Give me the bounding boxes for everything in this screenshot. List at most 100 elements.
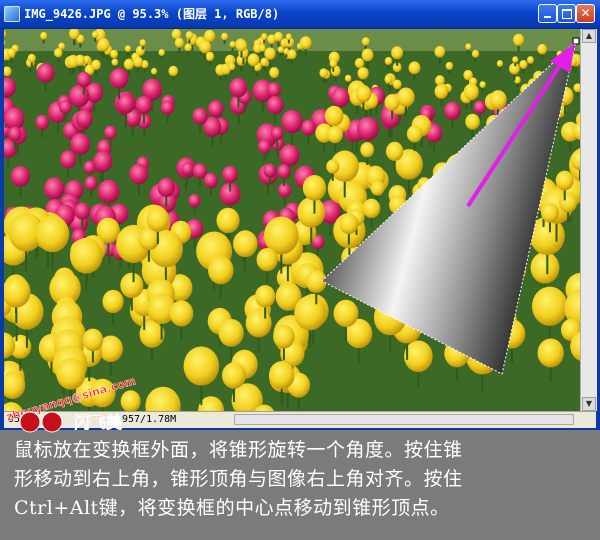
tulip-flower: [93, 150, 113, 172]
vertical-scrollbar[interactable]: ▲ ▼: [580, 29, 597, 411]
tulip-flower: [40, 31, 48, 40]
tulip-flower: [91, 30, 99, 39]
tulip-flower: [297, 196, 326, 228]
tulip-flower: [36, 63, 55, 83]
scroll-up-icon[interactable]: ▲: [582, 29, 596, 43]
tulip-flower: [370, 180, 385, 196]
tulip-flower: [408, 61, 421, 75]
tulip-flower: [199, 40, 212, 54]
transform-handle: [572, 37, 580, 45]
tulip-flower: [357, 67, 369, 80]
tulip-flower: [357, 116, 379, 141]
tulip-flower: [59, 100, 72, 114]
tulip-flower: [245, 308, 272, 338]
tulip-flower: [360, 142, 375, 158]
tulip-flower: [208, 100, 224, 118]
tulip-flower: [59, 150, 77, 169]
tulip-flower: [287, 49, 297, 60]
tulip-flower: [97, 38, 110, 52]
tulip-flower: [111, 58, 119, 66]
tulip-flower: [35, 215, 70, 253]
tulip-flower: [74, 202, 90, 220]
scroll-down-icon[interactable]: ▼: [582, 397, 596, 411]
tulip-flower: [256, 247, 278, 272]
tulip-flower: [434, 84, 449, 99]
caption-line: 鼠标放在变换框外面，将锥形旋转一个角度。按住锥: [14, 439, 463, 461]
tulip-flower: [530, 251, 560, 284]
watermark-logo-text: 闪飞美: [74, 413, 123, 432]
tulip-flower: [263, 163, 277, 178]
tulip-flower: [537, 338, 564, 368]
tulip-flower: [228, 63, 236, 71]
tulip-flower: [362, 198, 381, 219]
tulip-flower: [76, 71, 91, 88]
tulip-flower: [555, 170, 574, 191]
tulip-flower: [208, 256, 234, 285]
tulip-flower: [384, 56, 393, 66]
tulip-flower: [302, 175, 327, 201]
document-window: IMG_9426.JPG @ 95.3% (图层 1, RGB/8) ✕ ▲ ▼…: [0, 0, 600, 430]
tulip-flower: [236, 39, 247, 52]
tulip-flower: [519, 59, 528, 69]
tutorial-caption: 鼠标放在变换框外面，将锥形旋转一个角度。按住锥 形移动到右上角，锥形顶角与图像右…: [14, 436, 590, 523]
tulip-flower: [526, 56, 534, 64]
tulip-flower: [255, 285, 276, 308]
tulip-flower: [124, 45, 132, 53]
tulip-flower: [184, 43, 192, 52]
tulip-flower: [222, 165, 238, 183]
tulip-flower: [129, 163, 149, 185]
tulip-flower: [120, 272, 144, 299]
tulip-flower: [537, 43, 548, 55]
tulip-flower: [285, 33, 292, 41]
watermark-logo: zhouyanqq@sina.com 闪飞美: [5, 378, 137, 433]
tulip-flower: [27, 53, 36, 63]
tulip-flower: [406, 125, 423, 143]
tulip-flower: [261, 33, 268, 41]
tulip-flower: [391, 46, 404, 60]
tulip-flower: [392, 79, 402, 90]
tulip-flower: [84, 176, 98, 191]
tulip-flower: [496, 60, 504, 67]
tulip-flower: [133, 56, 143, 68]
tulip-flower: [541, 202, 559, 223]
title-bar[interactable]: IMG_9426.JPG @ 95.3% (图层 1, RGB/8) ✕: [0, 0, 600, 29]
tulip-flower: [559, 192, 578, 213]
image-canvas[interactable]: [4, 29, 580, 411]
tulip-flower: [218, 318, 244, 347]
tulip-flower: [361, 37, 370, 46]
tulip-flower: [264, 47, 276, 60]
tulip-flower: [324, 105, 344, 127]
tulip-flower: [512, 56, 519, 63]
tulip-flower: [435, 75, 445, 86]
tulip-flower: [110, 49, 119, 59]
tulip-flower: [355, 85, 372, 103]
tulip-flower: [277, 46, 284, 53]
close-button[interactable]: ✕: [576, 4, 595, 23]
tulip-flower: [273, 324, 295, 349]
tulip-flower: [329, 59, 338, 68]
minimize-button[interactable]: [538, 4, 557, 23]
tulip-flower: [301, 119, 316, 136]
tulip-flower: [54, 48, 63, 58]
tulip-flower: [444, 101, 461, 120]
tulip-flower: [229, 41, 236, 48]
tulip-photo: [4, 29, 580, 411]
tulip-flower: [361, 48, 374, 62]
tulip-flower: [339, 213, 359, 235]
tulip-flower: [326, 159, 340, 174]
tulip-flower: [281, 109, 303, 134]
maximize-button[interactable]: [557, 4, 576, 23]
tulip-flower: [294, 295, 326, 331]
tulip-flower: [183, 346, 220, 386]
tulip-flower: [465, 113, 480, 130]
tulip-flower: [344, 74, 352, 82]
window-title: IMG_9426.JPG @ 95.3% (图层 1, RGB/8): [24, 7, 280, 21]
tulip-flower: [266, 95, 284, 115]
caption-line: Ctrl+Alt键，将变换框的中心点移动到锥形顶点。: [14, 497, 450, 519]
tulip-flower: [82, 328, 104, 352]
horizontal-scrollbar[interactable]: [234, 414, 574, 425]
tulip-flower: [267, 82, 281, 98]
tulip-flower: [397, 87, 415, 107]
tulip-flower: [277, 164, 291, 179]
tulip-flower: [260, 57, 269, 67]
